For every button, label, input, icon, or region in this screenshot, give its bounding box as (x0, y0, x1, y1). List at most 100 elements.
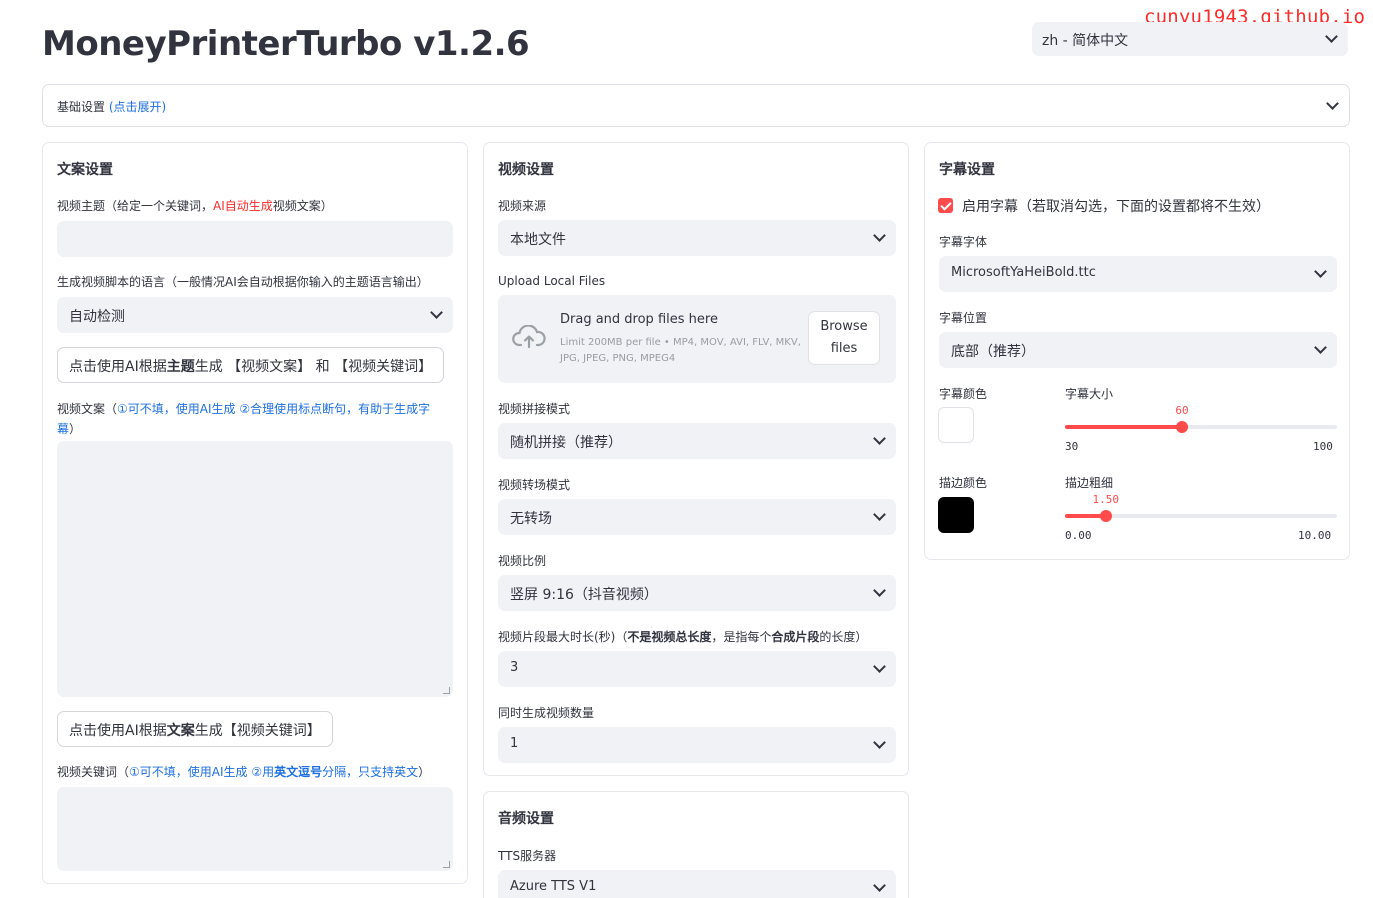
basic-settings-expander[interactable]: 基础设置 (点击展开) (42, 84, 1350, 127)
generate-script-button[interactable]: 点击使用AI根据主题生成 【视频文案】 和 【视频关键词】 (57, 347, 445, 383)
transition-mode-select[interactable]: 无转场 (498, 499, 896, 535)
clip-duration-label-bold: 不是视频总长度 (627, 630, 712, 644)
keywords-textarea[interactable] (57, 787, 453, 871)
video-source-value: 本地文件 (510, 232, 566, 248)
video-count-select[interactable]: 1 (498, 727, 896, 763)
subtitle-color-swatch[interactable] (938, 407, 974, 443)
browse-files-line-1: Browse (820, 319, 868, 334)
video-count-value: 1 (510, 736, 519, 751)
subtitle-settings-panel: 字幕设置 启用字幕（若取消勾选，下面的设置都将不生效） 字幕字体 Microso… (924, 142, 1350, 560)
chevron-down-icon (430, 306, 443, 319)
script-copy-textarea[interactable] (57, 441, 453, 697)
stroke-width-label: 描边粗细 (1065, 476, 1114, 490)
slider-thumb[interactable] (1099, 510, 1112, 522)
chevron-down-icon (873, 736, 886, 749)
video-source-select[interactable]: 本地文件 (498, 220, 896, 256)
chevron-down-icon (873, 432, 886, 445)
resize-grip-icon[interactable] (443, 861, 450, 868)
chevron-down-icon (1325, 30, 1338, 43)
chevron-down-icon (1326, 96, 1339, 110)
keywords-label-hint-2: 分隔，只支持英文 (322, 765, 419, 779)
aspect-ratio-select[interactable]: 竖屏 9:16（抖音视频） (498, 575, 896, 611)
clip-duration-select[interactable]: 3 (498, 651, 896, 687)
clip-duration-value: 3 (510, 660, 519, 675)
basic-settings-hint: (点击展开) (108, 100, 167, 114)
enable-subtitle-label[interactable]: 启用字幕（若取消勾选，下面的设置都将不生效） (962, 196, 1270, 216)
concat-mode-select[interactable]: 随机拼接（推荐） (498, 423, 896, 459)
script-copy-label-text: 视频文案（ (57, 402, 118, 416)
file-dropzone[interactable]: Drag and drop files here Limit 200MB per… (498, 295, 896, 383)
generate-script-button-end: 生成 【视频文案】 和 【视频关键词】 (194, 359, 433, 375)
aspect-ratio-value: 竖屏 9:16（抖音视频） (510, 587, 658, 603)
language-select[interactable]: zh - 简体中文 (1032, 22, 1348, 56)
script-copy-label-end: ） (69, 422, 82, 436)
subject-input[interactable] (57, 221, 453, 257)
chevron-down-icon (1314, 341, 1327, 354)
subtitle-position-select[interactable]: 底部（推荐） (939, 332, 1337, 368)
font-size-label: 字幕大小 (1065, 387, 1114, 401)
stroke-color-swatch[interactable] (938, 497, 974, 533)
subtitle-color-label: 字幕颜色 (939, 387, 988, 401)
generate-keywords-button-text: 点击使用AI根据 (69, 723, 167, 739)
subtitle-position-value: 底部（推荐） (951, 344, 1035, 360)
keywords-label: 视频关键词（①可不填，使用AI生成 ②用英文逗号分隔，只支持英文） (57, 763, 430, 780)
subject-label: 视频主题（给定一个关键词，AI自动生成视频文案） (57, 197, 333, 214)
dropzone-limit-text: Limit 200MB per file • MP4, MOV, AVI, FL… (560, 337, 801, 364)
generate-script-button-text: 点击使用AI根据 (69, 359, 167, 375)
subject-label-text: 视频主题（给定一个关键词， (57, 199, 214, 213)
keywords-label-end: ） (418, 765, 431, 779)
video-settings-panel: 视频设置 视频来源 本地文件 Upload Local Files Drag a… (483, 142, 909, 776)
script-copy-label: 视频文案（①可不填，使用AI生成 ②合理使用标点断句，有助于生成字幕） (57, 399, 430, 439)
subtitle-font-select[interactable]: MicrosoftYaHeiBold.ttc (939, 256, 1337, 292)
subject-label-end: 视频文案） (272, 199, 333, 213)
tts-server-select[interactable]: Azure TTS V1 (498, 870, 896, 898)
subtitle-font-label: 字幕字体 (939, 235, 988, 249)
panel-title: 视频设置 (498, 162, 554, 178)
browse-files-line-2: files (830, 341, 858, 356)
generate-keywords-button[interactable]: 点击使用AI根据文案生成【视频关键词】 (57, 711, 333, 747)
browse-files-button[interactable]: Browse files (808, 311, 880, 365)
font-size-slider[interactable]: 60 (1065, 404, 1337, 433)
generate-script-button-bold: 主题 (166, 359, 195, 375)
script-language-select[interactable]: 自动检测 (57, 297, 453, 333)
chevron-down-icon (873, 660, 886, 673)
keywords-label-hint: ①可不填，使用AI生成 ②用 (129, 765, 275, 779)
resize-grip-icon[interactable] (443, 687, 450, 694)
script-settings-panel: 文案设置 视频主题（给定一个关键词，AI自动生成视频文案） 生成视频脚本的语言（… (42, 142, 468, 884)
aspect-ratio-label: 视频比例 (498, 554, 547, 568)
audio-settings-panel: 音频设置 TTS服务器 Azure TTS V1 (483, 791, 909, 898)
clip-duration-label-text: 视频片段最大时长(秒)（ (498, 630, 628, 644)
stroke-width-slider[interactable]: 1.50 (1065, 493, 1337, 522)
video-count-label: 同时生成视频数量 (498, 706, 595, 720)
chevron-down-icon (873, 879, 886, 892)
subtitle-font-value: MicrosoftYaHeiBold.ttc (951, 265, 1096, 280)
chevron-down-icon (873, 229, 886, 242)
font-size-min: 30 (1065, 440, 1079, 453)
subtitle-position-label: 字幕位置 (939, 311, 988, 325)
basic-settings-label: 基础设置 (57, 100, 106, 114)
stroke-width-min: 0.00 (1065, 529, 1092, 542)
script-copy-label-hint: ①可不填，使用AI生成 ②合理使用标点断句，有助于生成字 (117, 402, 431, 416)
script-copy-label-hint-2: 幕 (57, 422, 70, 436)
upload-label: Upload Local Files (498, 274, 606, 288)
subject-label-ai: AI自动生成 (213, 199, 273, 213)
keywords-label-bold: 英文逗号 (274, 765, 323, 779)
slider-value: 1.50 (1092, 493, 1120, 506)
cloud-upload-icon (512, 325, 546, 349)
script-language-value: 自动检测 (69, 309, 125, 325)
slider-fill (1065, 425, 1182, 429)
language-select-value: zh - 简体中文 (1042, 33, 1129, 49)
enable-subtitle-checkbox[interactable] (938, 198, 953, 213)
language-label: 生成视频脚本的语言（一般情况AI会自动根据你输入的主题语言输出） (57, 275, 429, 289)
slider-thumb[interactable] (1175, 421, 1188, 433)
dropzone-main-text: Drag and drop files here (560, 312, 718, 327)
concat-mode-value: 随机拼接（推荐） (510, 435, 622, 451)
clip-duration-label-bold-2: 合成片段 (771, 630, 820, 644)
panel-title: 文案设置 (57, 162, 113, 178)
transition-mode-label: 视频转场模式 (498, 478, 571, 492)
generate-keywords-button-end: 生成【视频关键词】 (194, 723, 321, 739)
font-size-max: 100 (1313, 440, 1333, 453)
slider-value: 60 (1175, 404, 1189, 417)
clip-duration-label: 视频片段最大时长(秒)（不是视频总长度，是指每个合成片段的长度） (498, 628, 867, 645)
concat-mode-label: 视频拼接模式 (498, 402, 571, 416)
